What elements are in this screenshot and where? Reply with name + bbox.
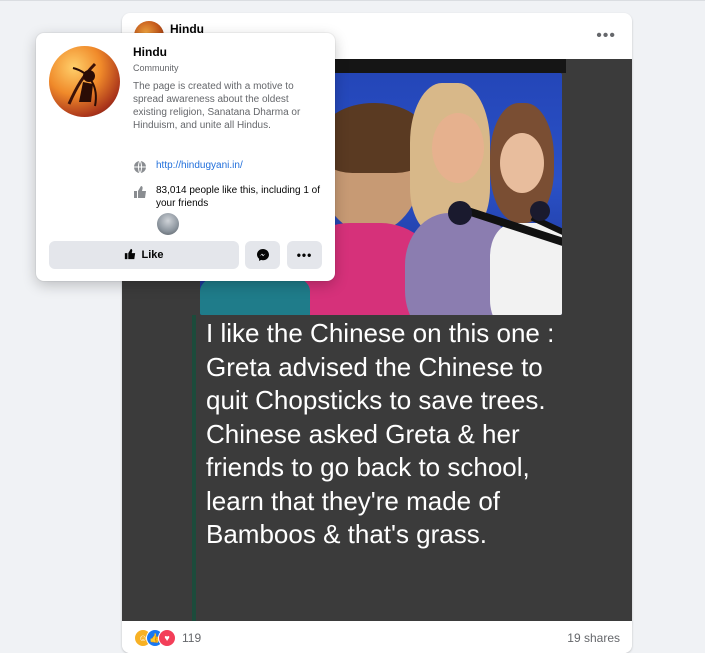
thumbs-up-icon [133, 185, 147, 199]
post-footer: ☺ 👍 ♥ 119 19 shares [122, 621, 632, 653]
more-horizontal-icon[interactable]: ••• [596, 27, 616, 45]
image-caption-text: I like the Chinese on this one : Greta a… [206, 318, 555, 549]
website-link[interactable]: http://hindugyani.in/ [156, 160, 243, 171]
like-button-label: Like [141, 249, 164, 261]
likes-summary: 83,014 people like this, including 1 of … [156, 185, 321, 209]
love-icon: ♥ [158, 629, 176, 647]
top-divider [0, 0, 705, 1]
more-horizontal-icon: ••• [296, 248, 313, 262]
archer-silhouette-icon [67, 62, 97, 107]
hover-card-description: The page is created with a motive to spr… [133, 81, 301, 131]
hover-card-page-name[interactable]: Hindu [133, 45, 167, 59]
globe-icon [133, 160, 147, 174]
image-accent-line [192, 315, 196, 621]
more-options-button[interactable]: ••• [287, 241, 322, 269]
thumbs-up-icon [124, 248, 136, 263]
message-button[interactable] [245, 241, 280, 269]
shares-count[interactable]: 19 shares [567, 631, 620, 645]
page-profile-picture[interactable] [49, 46, 120, 117]
like-page-button[interactable]: Like [49, 241, 239, 269]
hover-card-category: Community [133, 63, 179, 73]
page-hover-card: Hindu Community The page is created with… [36, 33, 335, 281]
friend-avatar[interactable] [157, 213, 179, 235]
messenger-icon [256, 249, 269, 261]
reaction-count[interactable]: 119 [182, 631, 201, 645]
